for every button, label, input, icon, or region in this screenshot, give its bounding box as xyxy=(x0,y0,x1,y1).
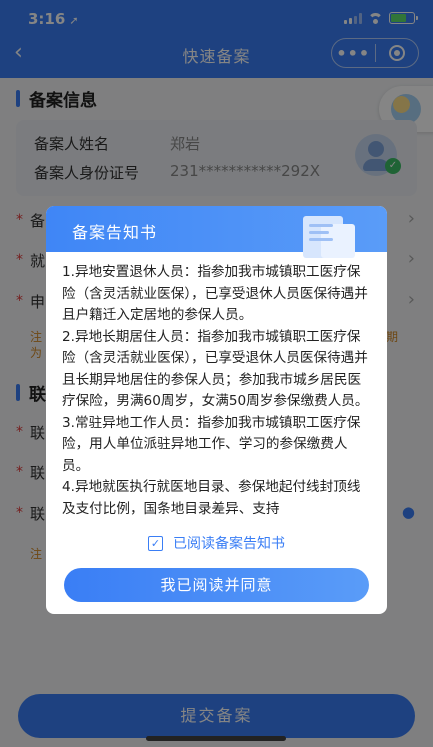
agree-button[interactable]: 我已阅读并同意 xyxy=(64,568,369,602)
notice-paragraph-2: 2.异地长期居住人员：指参加我市城镇职工医疗保险（含灵活就业医保），已享受退休人… xyxy=(62,328,369,410)
modal-header: 备案告知书 xyxy=(46,206,387,258)
home-indicator xyxy=(146,736,286,741)
notice-modal: 备案告知书 1.异地安置退休人员：指参加我市城镇职工医疗保险（含灵活就业医保），… xyxy=(46,206,387,614)
modal-title: 备案告知书 xyxy=(72,223,158,242)
agree-checkbox-label: 已阅读备案告知书 xyxy=(173,536,285,552)
notice-paragraph-1: 1.异地安置退休人员：指参加我市城镇职工医疗保险（含灵活就业医保），已享受退休人… xyxy=(62,264,368,323)
agree-checkbox[interactable]: ✓ xyxy=(148,535,163,551)
agree-checkbox-row[interactable]: ✓ 已阅读备案告知书 xyxy=(46,533,387,553)
app-screen: 3:16 ➚ ‹ 快速备案 ••• 备案信息 备案人姓名 郑岩 备案人身份证号 2… xyxy=(0,0,433,747)
modal-body[interactable]: 1.异地安置退休人员：指参加我市城镇职工医疗保险（含灵活就业医保），已享受退休人… xyxy=(62,262,374,524)
document-illustration-icon xyxy=(295,212,365,258)
notice-paragraph-3: 3.常驻异地工作人员：指参加我市城镇职工医疗保险，用人单位派驻异地工作、学习的参… xyxy=(62,414,361,474)
notice-paragraph-4: 4.异地就医执行就医地目录、参保地起付线封顶线及支付比例，国条地目录差异、支持 xyxy=(62,479,361,517)
